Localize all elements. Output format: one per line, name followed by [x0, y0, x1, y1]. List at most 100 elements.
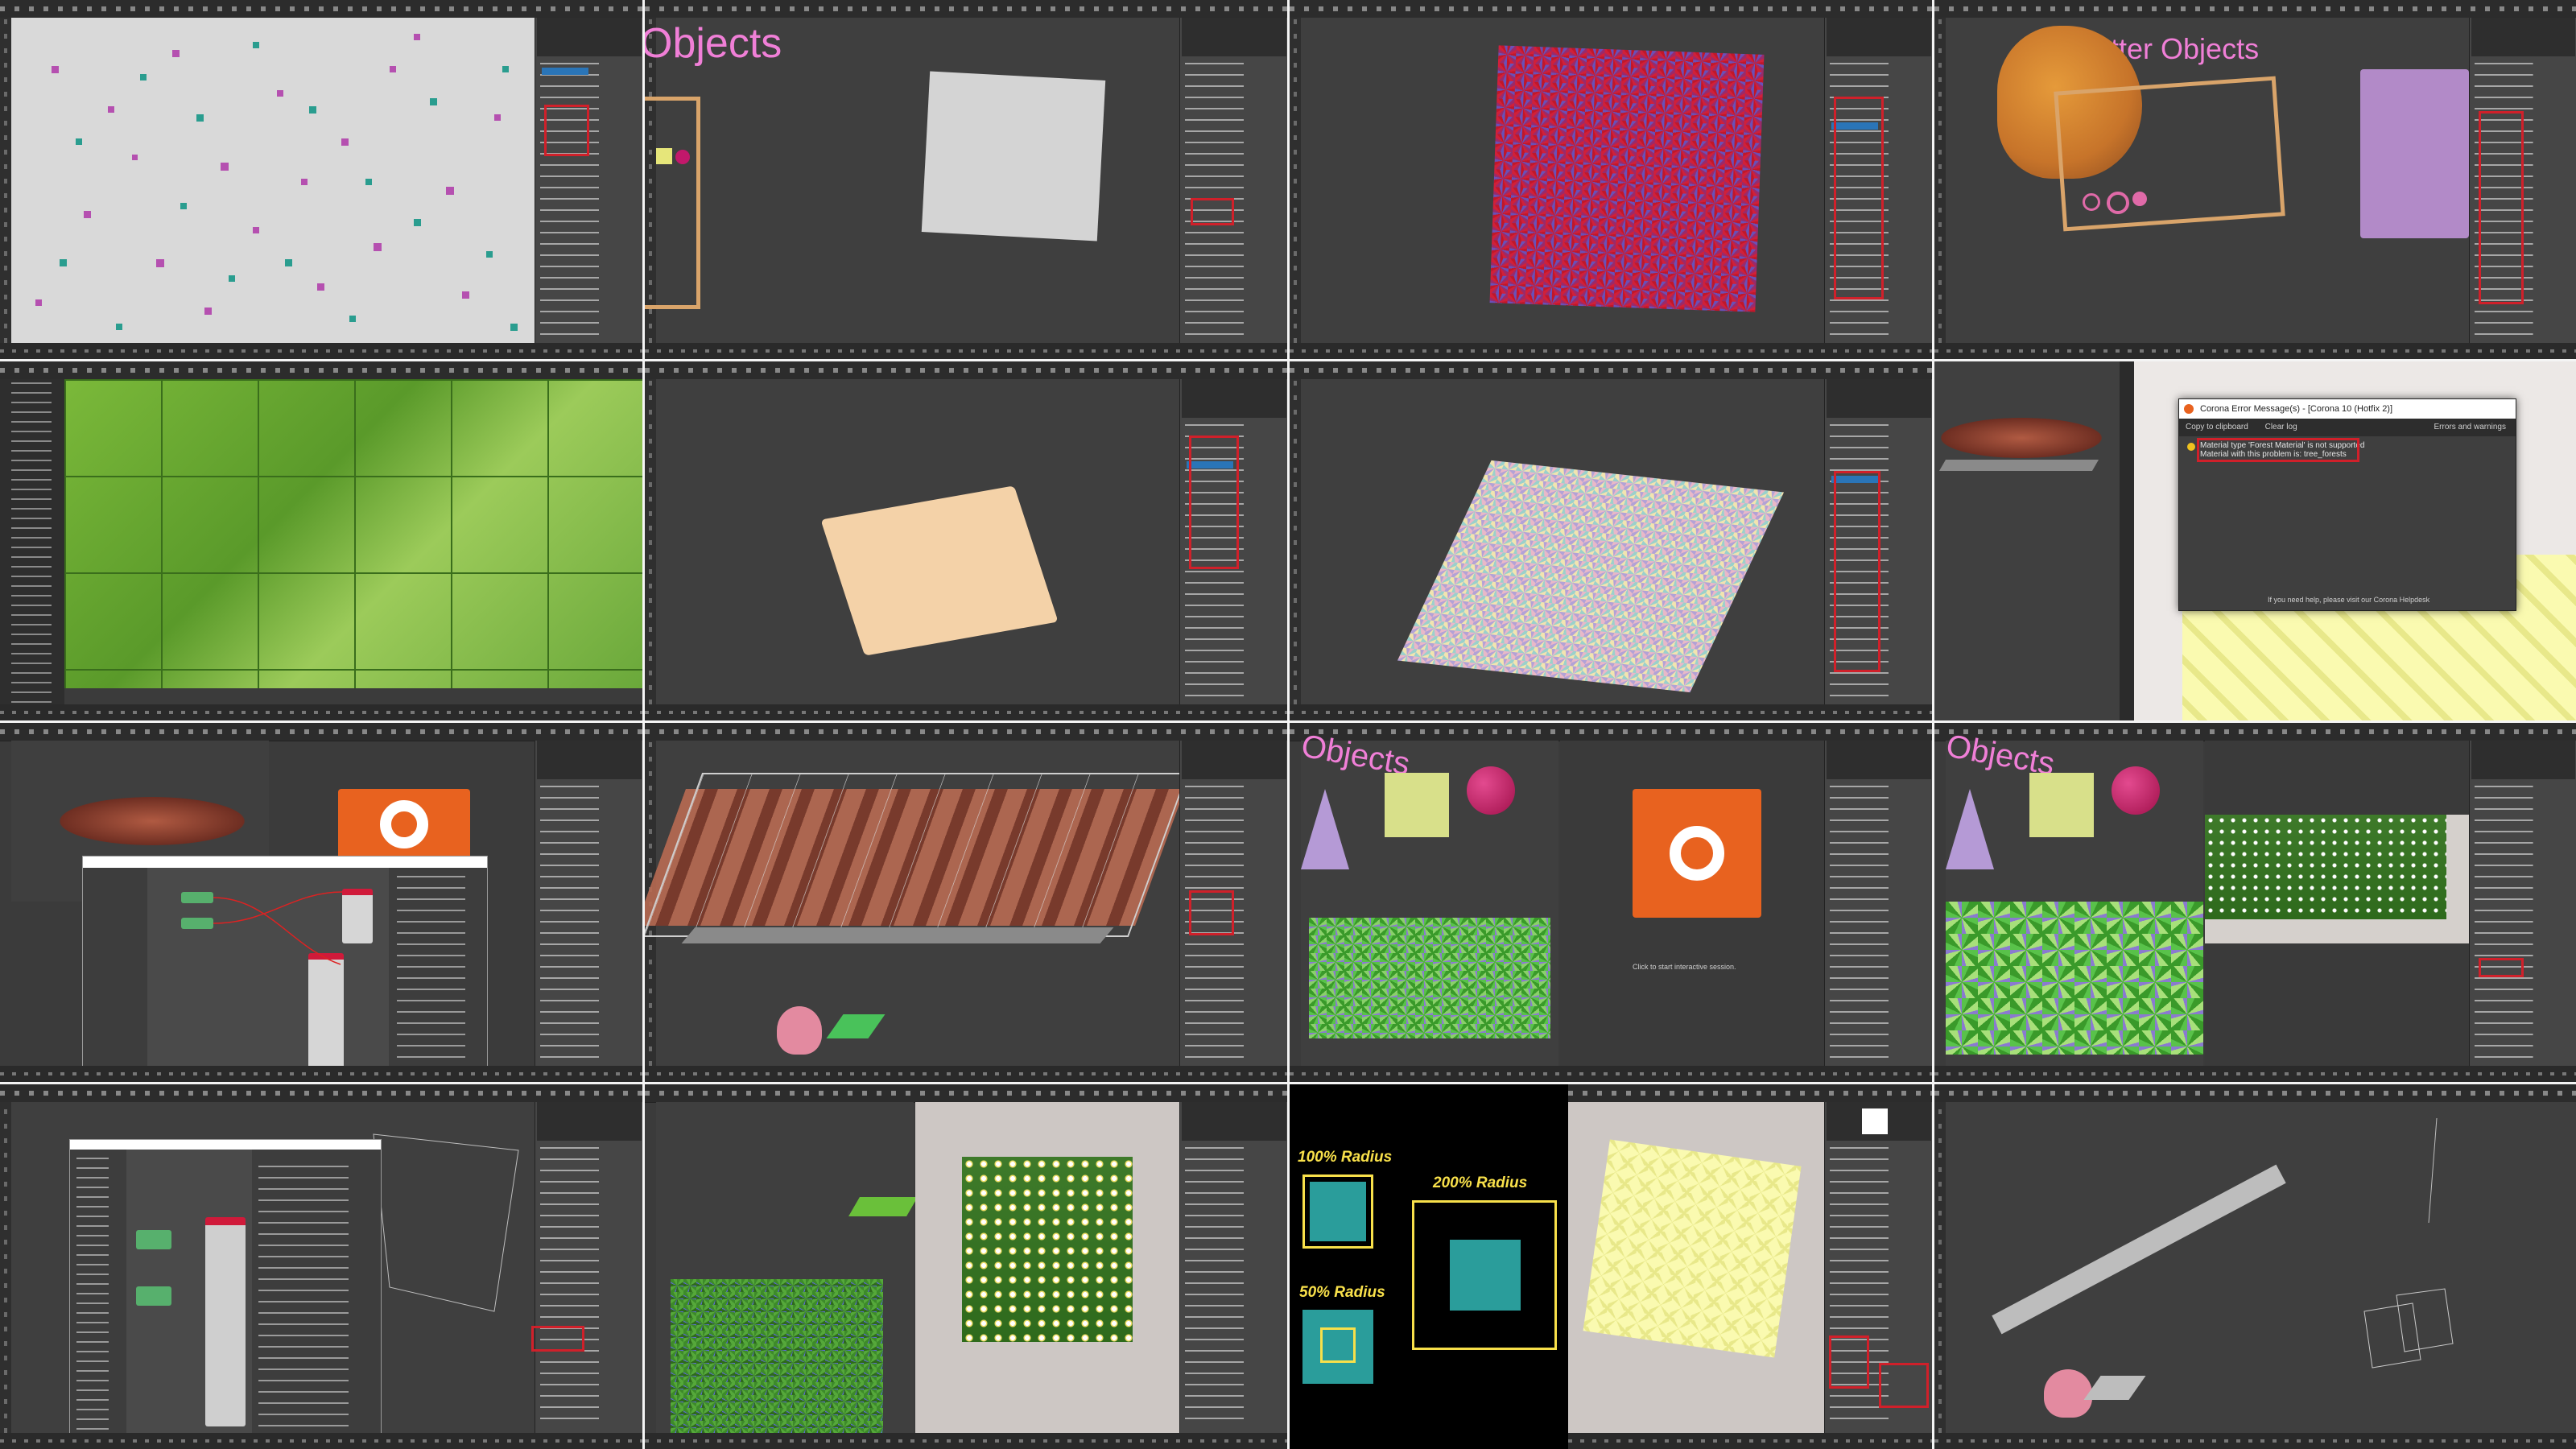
status-bar[interactable]: [0, 704, 642, 720]
render-frame[interactable]: [2205, 741, 2469, 1066]
tile-scatter-cubes[interactable]: [0, 0, 642, 359]
viewport[interactable]: [656, 379, 1179, 704]
main-toolbar[interactable]: [1934, 723, 2576, 741]
material-browser[interactable]: [83, 868, 147, 1082]
status-bar[interactable]: [645, 343, 1287, 359]
tile-interactive-session[interactable]: Objects Click to start interactive sessi…: [1290, 723, 1932, 1082]
viewport-bottom[interactable]: [1301, 902, 1558, 1066]
tile-red-scatter[interactable]: [1290, 0, 1932, 359]
command-panel[interactable]: [535, 1102, 642, 1433]
status-bar[interactable]: [0, 343, 642, 359]
interactive-render-frame[interactable]: Click to start interactive session.: [1560, 741, 1824, 1066]
bounding-boxes: [645, 773, 1189, 937]
command-panel[interactable]: [1179, 1102, 1287, 1433]
render-frame[interactable]: [915, 1102, 1179, 1433]
viewport[interactable]: [1301, 379, 1824, 704]
viewport-left[interactable]: [1934, 361, 2120, 720]
status-bar[interactable]: [1568, 1433, 1932, 1449]
status-bar[interactable]: [0, 1066, 642, 1082]
command-panel[interactable]: [1179, 18, 1287, 343]
slate-material-editor[interactable]: [69, 1139, 382, 1449]
tile-scene-path[interactable]: [1934, 1084, 2576, 1449]
grass-thumbnails[interactable]: [64, 379, 642, 688]
status-bar[interactable]: [1934, 343, 2576, 359]
left-toolbar[interactable]: [645, 379, 656, 704]
white-swatch[interactable]: [1862, 1108, 1888, 1134]
map-node[interactable]: [136, 1286, 171, 1306]
main-toolbar[interactable]: [645, 361, 1287, 380]
command-panel[interactable]: [535, 18, 642, 343]
status-bar[interactable]: [1290, 343, 1932, 359]
left-toolbar[interactable]: [1290, 379, 1301, 704]
tree-row: [60, 797, 245, 845]
tile-node-editor-2[interactable]: [0, 1084, 642, 1449]
viewport[interactable]: [11, 18, 535, 343]
material-browser[interactable]: [70, 1150, 126, 1449]
tile-node-editor[interactable]: [0, 723, 642, 1082]
left-toolbar[interactable]: [1934, 1102, 1946, 1433]
status-bar[interactable]: [1290, 1066, 1932, 1082]
main-toolbar[interactable]: [0, 723, 642, 741]
viewport-top[interactable]: [656, 1102, 918, 1279]
viewport-top[interactable]: Objects: [1943, 729, 2203, 902]
viewport-bottom[interactable]: [656, 1279, 914, 1433]
pink-shape: [2044, 1369, 2092, 1418]
tile-grass-render[interactable]: Objects: [1934, 723, 2576, 1082]
status-bar[interactable]: [645, 1066, 1287, 1082]
tile-beige-scatter[interactable]: [645, 361, 1287, 720]
main-toolbar[interactable]: [645, 1084, 1287, 1103]
main-toolbar[interactable]: [1290, 361, 1932, 380]
tile-tree-bounds[interactable]: [645, 723, 1287, 1082]
left-toolbar[interactable]: [1290, 18, 1301, 343]
command-panel[interactable]: [535, 741, 642, 1066]
left-toolbar[interactable]: [0, 18, 11, 343]
parameter-panel[interactable]: [252, 1150, 381, 1449]
command-panel[interactable]: [2469, 741, 2576, 1066]
viewport-bottom[interactable]: [1946, 902, 2203, 1066]
main-toolbar[interactable]: [1568, 1084, 1932, 1103]
viewport[interactable]: [1946, 1102, 2576, 1433]
left-toolbar[interactable]: [0, 1102, 11, 1433]
viewport[interactable]: [1301, 18, 1824, 343]
error-dialog[interactable]: Corona Error Message(s) - [Corona 10 (Ho…: [2178, 398, 2516, 611]
render-frame[interactable]: [1568, 1102, 1824, 1433]
copy-button[interactable]: Copy to clipboard: [2186, 423, 2248, 431]
tile-daisy-render[interactable]: [645, 1084, 1287, 1449]
main-toolbar[interactable]: [1934, 1084, 2576, 1103]
interactive-hint[interactable]: Click to start interactive session.: [1633, 963, 1736, 971]
slate-material-editor[interactable]: [82, 856, 488, 1082]
browser-tree[interactable]: [0, 379, 64, 704]
viewport-top[interactable]: Objects: [1298, 729, 1558, 902]
viewport[interactable]: atter Objects: [1946, 18, 2469, 343]
viewport[interactable]: [645, 741, 1189, 1066]
left-toolbar[interactable]: [1934, 18, 1946, 343]
main-toolbar[interactable]: [0, 0, 642, 19]
status-bar[interactable]: [1934, 1433, 2576, 1449]
status-bar[interactable]: [1934, 1066, 2576, 1082]
status-bar[interactable]: [645, 704, 1287, 720]
status-bar[interactable]: [0, 1433, 642, 1449]
clear-log-button[interactable]: Clear log: [2265, 423, 2297, 431]
map-node[interactable]: [136, 1230, 171, 1249]
status-bar[interactable]: [1290, 704, 1932, 720]
tile-objects-plane[interactable]: Objects: [645, 0, 1287, 359]
tile-pastel-spikes[interactable]: [1290, 361, 1932, 720]
viewport[interactable]: Objects: [645, 18, 1179, 343]
main-toolbar[interactable]: [1934, 0, 2576, 19]
main-toolbar[interactable]: [645, 0, 1287, 19]
main-toolbar[interactable]: [1290, 723, 1932, 741]
tile-radius-diagram[interactable]: 100% Radius 200% Radius 50% Radius: [1290, 1084, 1932, 1449]
status-bar[interactable]: [645, 1433, 1287, 1449]
tile-scatter-objects[interactable]: atter Objects: [1934, 0, 2576, 359]
main-toolbar[interactable]: [1290, 0, 1932, 19]
filter-select[interactable]: Errors and warnings: [2434, 419, 2506, 436]
main-toolbar[interactable]: [0, 361, 642, 380]
parameter-panel[interactable]: [389, 868, 487, 1082]
purple-pyramid: [1946, 789, 1994, 869]
main-toolbar[interactable]: [645, 723, 1287, 741]
material-node[interactable]: [205, 1217, 246, 1426]
tile-grass-browser[interactable]: [0, 361, 642, 720]
tile-corona-error[interactable]: Corona Error Message(s) - [Corona 10 (Ho…: [1934, 361, 2576, 720]
command-panel[interactable]: [1824, 741, 1932, 1066]
main-toolbar[interactable]: [0, 1084, 642, 1103]
